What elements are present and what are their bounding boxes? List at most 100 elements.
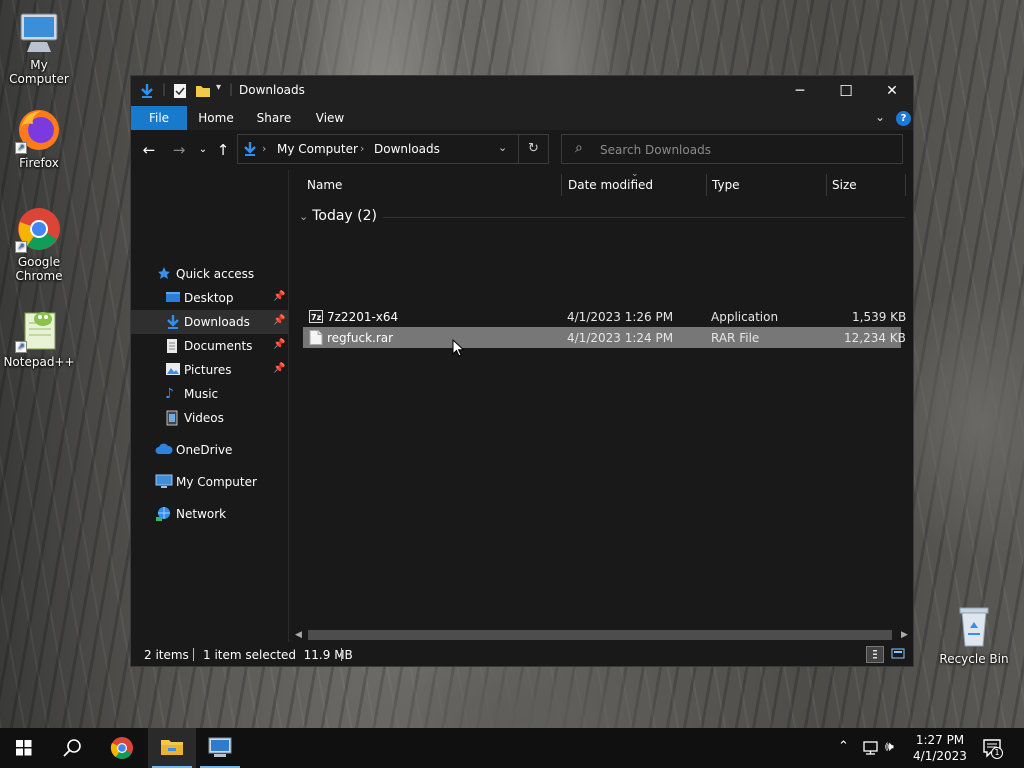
taskbar-file-explorer[interactable]	[148, 728, 196, 768]
system-clock[interactable]: 1:27 PM 4/1/2023	[910, 732, 970, 764]
scrollbar-thumb[interactable]	[308, 630, 892, 640]
scroll-right-arrow-icon[interactable]: ▶	[901, 628, 908, 642]
firefox-icon: ↗	[15, 106, 63, 154]
search-input[interactable]	[600, 141, 890, 159]
back-arrow-icon[interactable]: ←	[139, 140, 159, 160]
chrome-icon: ↗	[15, 205, 63, 253]
shortcut-arrow-icon: ↗	[15, 341, 27, 353]
sidebar-item-my-computer[interactable]: My Computer	[131, 470, 289, 494]
notepadpp-icon: ↗	[15, 305, 63, 353]
table-row[interactable]: 7z 7z2201-x64 4/1/2023 1:26 PM Applicati…	[303, 306, 906, 327]
tab-file[interactable]: File	[131, 106, 187, 130]
network-tray-icon[interactable]	[862, 740, 880, 759]
table-row[interactable]: regfuck.rar 4/1/2023 1:24 PM RAR File 12…	[303, 327, 906, 348]
search-icon	[63, 739, 81, 757]
file-type: RAR File	[711, 331, 760, 345]
breadcrumb-my-computer[interactable]: My Computer	[277, 142, 358, 156]
shortcut-arrow-icon: ↗	[15, 241, 27, 253]
search-button[interactable]	[48, 728, 96, 768]
column-divider[interactable]	[561, 174, 562, 196]
help-icon[interactable]: ?	[896, 111, 911, 126]
customize-toolbar-chevron-icon[interactable]: ▾	[216, 82, 221, 93]
desktop-icon-notepadpp[interactable]: ↗ Notepad++	[1, 305, 77, 369]
column-divider[interactable]	[826, 174, 827, 196]
windows-logo-icon	[16, 740, 32, 756]
address-history-chevron-icon[interactable]: ⌄	[498, 141, 507, 154]
pictures-icon	[165, 362, 181, 378]
desktop-icon-my-computer[interactable]: My Computer	[1, 8, 77, 86]
recycle-bin-icon	[950, 602, 998, 650]
details-view-icon[interactable]	[866, 646, 884, 663]
column-header-type[interactable]: Type	[712, 178, 740, 192]
breadcrumb-separator-icon: ›	[360, 142, 365, 155]
large-icons-view-icon[interactable]	[890, 646, 908, 663]
new-folder-icon[interactable]	[195, 83, 211, 102]
search-icon: ⌕	[575, 140, 583, 156]
properties-checkmark-icon[interactable]	[173, 83, 187, 102]
download-arrow-icon	[139, 83, 155, 102]
chrome-icon	[110, 737, 133, 759]
file-date: 4/1/2023 1:24 PM	[567, 331, 674, 345]
status-separator	[341, 648, 342, 661]
sidebar-item-documents[interactable]: Documents 📌	[131, 334, 289, 358]
navigation-pane: Quick access Desktop 📌 Downloads 📌 Docum…	[131, 170, 289, 642]
column-header-size[interactable]: Size	[832, 178, 857, 192]
sidebar-item-network[interactable]: Network	[131, 502, 289, 526]
scroll-left-arrow-icon[interactable]: ◀	[295, 628, 302, 642]
desktop-icon-chrome[interactable]: ↗ Google Chrome	[1, 205, 77, 283]
address-bar[interactable]: › My Computer › Downloads ⌄ ↻	[237, 134, 549, 164]
file-type: Application	[711, 310, 779, 324]
expand-ribbon-chevron-icon[interactable]: ⌄	[875, 110, 885, 124]
sidebar-item-music[interactable]: ♪ Music	[131, 382, 289, 406]
column-divider[interactable]	[706, 174, 707, 196]
forward-arrow-icon[interactable]: →	[169, 140, 189, 160]
minimize-button[interactable]: ─	[777, 76, 823, 106]
pin-icon: 📌	[273, 291, 286, 302]
separator-icon: |	[229, 82, 234, 96]
music-icon: ♪	[165, 386, 174, 402]
ribbon-tab-bar: File Home Share View ⌄ ?	[131, 106, 913, 130]
file-name: regfuck.rar	[327, 331, 394, 345]
taskbar: ⌃ 🕪 1:27 PM 4/1/2023 1	[0, 728, 1024, 768]
sidebar-item-videos[interactable]: Videos	[131, 406, 289, 430]
taskbar-chrome[interactable]	[98, 728, 146, 768]
horizontal-scrollbar[interactable]: ◀ ▶	[291, 628, 913, 642]
show-hidden-icons-chevron-icon[interactable]: ⌃	[838, 739, 849, 754]
cloud-icon	[155, 442, 173, 458]
volume-icon[interactable]: 🕪	[885, 739, 894, 755]
maximize-button[interactable]: ☐	[823, 76, 869, 106]
column-divider[interactable]	[905, 174, 906, 196]
tab-share[interactable]: Share	[249, 106, 299, 130]
group-header-today[interactable]: ⌄ Today (2)	[299, 208, 377, 224]
file-size: 1,539 KB	[852, 310, 907, 324]
close-button[interactable]: ✕	[869, 76, 915, 106]
column-header-name[interactable]: Name	[307, 178, 342, 192]
mouse-cursor-icon	[452, 338, 465, 360]
column-header-date-modified[interactable]: Date modified	[568, 178, 653, 192]
group-divider	[383, 217, 905, 218]
sidebar-item-pictures[interactable]: Pictures 📌	[131, 358, 289, 382]
tab-view[interactable]: View	[307, 106, 353, 130]
title-bar[interactable]: | ▾ | Downloads ─ ☐ ✕	[131, 76, 913, 106]
navigation-bar: ← → ⌄ ↑ › My Computer › Downloads ⌄ ↻ ⌕	[131, 130, 913, 170]
status-separator	[193, 648, 194, 661]
sidebar-item-quick-access[interactable]: Quick access	[131, 262, 289, 286]
recent-locations-chevron-icon[interactable]: ⌄	[193, 140, 213, 160]
file-date: 4/1/2023 1:26 PM	[567, 310, 674, 324]
refresh-icon[interactable]: ↻	[528, 141, 539, 156]
search-box[interactable]: ⌕	[561, 134, 903, 164]
desktop-icon-recycle-bin[interactable]: Recycle Bin	[936, 602, 1012, 666]
shortcut-arrow-icon: ↗	[15, 142, 27, 154]
up-arrow-icon[interactable]: ↑	[213, 140, 233, 160]
status-bar: 2 items 1 item selected 11.9 MB	[131, 642, 913, 666]
sidebar-item-onedrive[interactable]: OneDrive	[131, 438, 289, 462]
computer-icon	[155, 474, 173, 490]
tab-home[interactable]: Home	[193, 106, 239, 130]
start-button[interactable]	[0, 728, 48, 768]
action-center-icon[interactable]: 1	[982, 738, 1004, 763]
taskbar-remote-desktop[interactable]	[196, 728, 244, 768]
sidebar-item-desktop[interactable]: Desktop 📌	[131, 286, 289, 310]
breadcrumb-downloads[interactable]: Downloads	[374, 142, 440, 156]
desktop-icon-firefox[interactable]: ↗ Firefox	[1, 106, 77, 170]
sidebar-item-downloads[interactable]: Downloads 📌	[131, 310, 289, 334]
